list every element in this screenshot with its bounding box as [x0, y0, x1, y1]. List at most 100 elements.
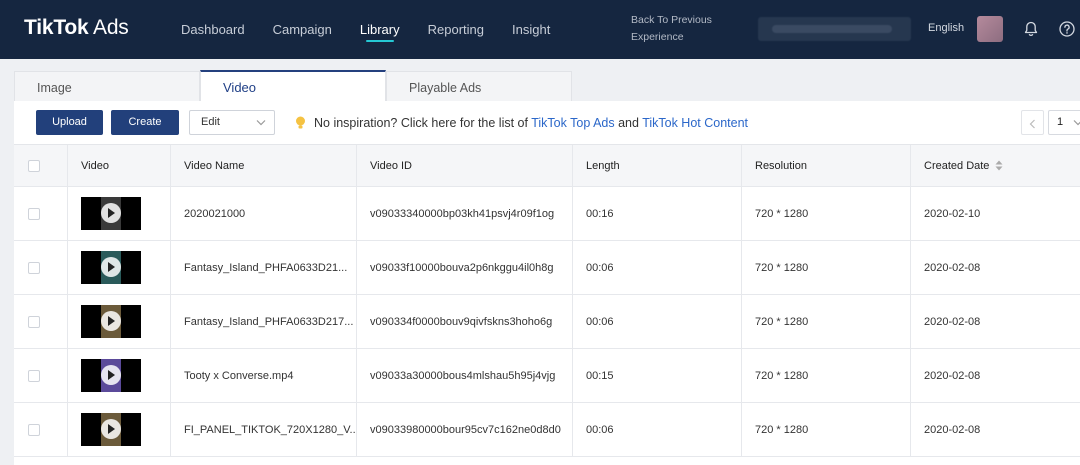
video-name-cell: Fantasy_Island_PHFA0633D217... [171, 295, 357, 348]
asset-type-tabs: Image Video Playable Ads [14, 70, 574, 102]
nav-item-insight[interactable]: Insight [512, 0, 550, 59]
tiktok-hot-content-link[interactable]: TikTok Hot Content [642, 116, 748, 130]
video-name-cell: FI_PANEL_TIKTOK_720X1280_V... [171, 403, 357, 456]
table-header-row: Video Video Name Video ID Length Resolut… [14, 145, 1080, 187]
created-date-cell: 2020-02-08 [924, 261, 981, 274]
tip-text: No inspiration? Click here for the list … [314, 116, 532, 130]
resolution-cell: 720 * 1280 [742, 187, 911, 240]
chevron-left-icon [1029, 119, 1035, 129]
play-icon[interactable] [101, 257, 121, 277]
tiktok-top-ads-link[interactable]: TikTok Top Ads [531, 116, 614, 130]
pagination-prev-button[interactable] [1021, 110, 1044, 135]
video-id-cell: v09033f10000bouva2p6nkggu4il0h8g [357, 241, 573, 294]
table-row[interactable]: 2020021000 v09033340000bp03kh41psvj4r09f1… [14, 187, 1080, 241]
main-nav: Dashboard Campaign Library Reporting Ins… [181, 0, 578, 59]
column-header-resolution: Resolution [742, 145, 911, 186]
column-header-video-id: Video ID [357, 145, 573, 186]
row-checkbox-cell [14, 187, 68, 240]
row-checkbox-cell [14, 241, 68, 294]
video-id-cell: v09033a30000bous4mlshau5h95j4vjg [357, 349, 573, 402]
created-date-cell: 2020-02-08 [924, 423, 981, 436]
column-header-length: Length [573, 145, 742, 186]
nav-item-library[interactable]: Library [360, 0, 400, 59]
resolution-cell: 720 * 1280 [742, 241, 911, 294]
video-thumbnail[interactable] [81, 197, 141, 230]
video-name-cell: Fantasy_Island_PHFA0633D21... [171, 241, 357, 294]
row-checkbox[interactable] [28, 207, 40, 220]
video-name-cell: 2020021000 [171, 187, 357, 240]
video-id-cell: v09033340000bp03kh41psvj4r09f1og [357, 187, 573, 240]
play-icon[interactable] [101, 365, 121, 385]
created-date-cell: 2020-02-10 [924, 207, 981, 220]
page-number-select[interactable]: 1 [1048, 110, 1080, 135]
table-row[interactable]: Tooty x Converse.mp4 v09033a30000bous4mls… [14, 349, 1080, 403]
created-date-cell: 2020-02-08 [924, 315, 981, 328]
avatar[interactable] [977, 16, 1003, 42]
nav-item-reporting[interactable]: Reporting [428, 0, 484, 59]
top-nav-bar: TikTok Ads Dashboard Campaign Library Re… [0, 0, 1080, 59]
video-thumbnail[interactable] [81, 305, 141, 338]
chevron-down-icon [1073, 120, 1080, 126]
select-all-checkbox[interactable] [28, 159, 40, 172]
sort-icon[interactable] [995, 160, 1003, 171]
length-cell: 00:06 [573, 295, 742, 348]
tab-playable-ads[interactable]: Playable Ads [386, 71, 572, 101]
toolbar: Upload Create Edit No inspiration? Click… [14, 101, 1080, 145]
table-row[interactable]: Fantasy_Island_PHFA0633D217... v090334f00… [14, 295, 1080, 349]
resolution-cell: 720 * 1280 [742, 295, 911, 348]
bell-icon[interactable] [1022, 20, 1040, 38]
row-checkbox[interactable] [28, 369, 40, 382]
resolution-cell: 720 * 1280 [742, 403, 911, 456]
chevron-down-icon [256, 120, 266, 126]
upload-button[interactable]: Upload [36, 110, 103, 135]
length-cell: 00:15 [573, 349, 742, 402]
edit-dropdown[interactable]: Edit [189, 110, 275, 135]
table-row[interactable]: FI_PANEL_TIKTOK_720X1280_V... v0903398000… [14, 403, 1080, 457]
row-checkbox[interactable] [28, 423, 40, 436]
created-date-cell: 2020-02-08 [924, 369, 981, 382]
page-number: 1 [1057, 116, 1064, 128]
column-header-video-name: Video Name [171, 145, 357, 186]
inspiration-tip: No inspiration? Click here for the list … [314, 116, 748, 130]
video-thumbnail-cell [68, 403, 171, 456]
row-checkbox-cell [14, 295, 68, 348]
row-checkbox-cell [14, 349, 68, 402]
create-button[interactable]: Create [111, 110, 179, 135]
length-cell: 00:06 [573, 403, 742, 456]
length-cell: 00:06 [573, 241, 742, 294]
header-checkbox-cell [14, 145, 68, 186]
play-icon[interactable] [101, 419, 121, 439]
video-thumbnail-cell [68, 187, 171, 240]
row-checkbox[interactable] [28, 315, 40, 328]
lightbulb-icon [296, 116, 305, 129]
video-id-cell: v090334f0000bouv9qivfskns3hoho6g [357, 295, 573, 348]
nav-item-dashboard[interactable]: Dashboard [181, 0, 245, 59]
video-thumbnail[interactable] [81, 413, 141, 446]
resolution-cell: 720 * 1280 [742, 349, 911, 402]
back-to-previous-experience-link[interactable]: Back To Previous Experience [631, 12, 731, 46]
tab-image[interactable]: Image [14, 71, 200, 101]
row-checkbox[interactable] [28, 261, 40, 274]
video-library-panel: Upload Create Edit No inspiration? Click… [14, 101, 1080, 465]
tab-video[interactable]: Video [200, 70, 386, 102]
account-selector[interactable] [758, 17, 911, 41]
video-name-cell: Tooty x Converse.mp4 [171, 349, 357, 402]
column-header-video: Video [68, 145, 171, 186]
video-thumbnail[interactable] [81, 359, 141, 392]
video-thumbnail-cell [68, 295, 171, 348]
video-thumbnail[interactable] [81, 251, 141, 284]
video-thumbnail-cell [68, 349, 171, 402]
created-date-label: Created Date [924, 159, 990, 172]
column-header-created-date[interactable]: Created Date [911, 145, 1080, 186]
language-selector[interactable]: English [928, 22, 964, 34]
help-icon[interactable] [1058, 20, 1076, 38]
edit-dropdown-label: Edit [201, 116, 220, 128]
table-row[interactable]: Fantasy_Island_PHFA0633D21... v09033f1000… [14, 241, 1080, 295]
video-thumbnail-cell [68, 241, 171, 294]
tiktok-ads-logo[interactable]: TikTok Ads [24, 16, 129, 40]
video-id-cell: v09033980000bour95cv7c162ne0d8d0 [357, 403, 573, 456]
row-checkbox-cell [14, 403, 68, 456]
nav-item-campaign[interactable]: Campaign [273, 0, 332, 59]
play-icon[interactable] [101, 311, 121, 331]
play-icon[interactable] [101, 203, 121, 223]
